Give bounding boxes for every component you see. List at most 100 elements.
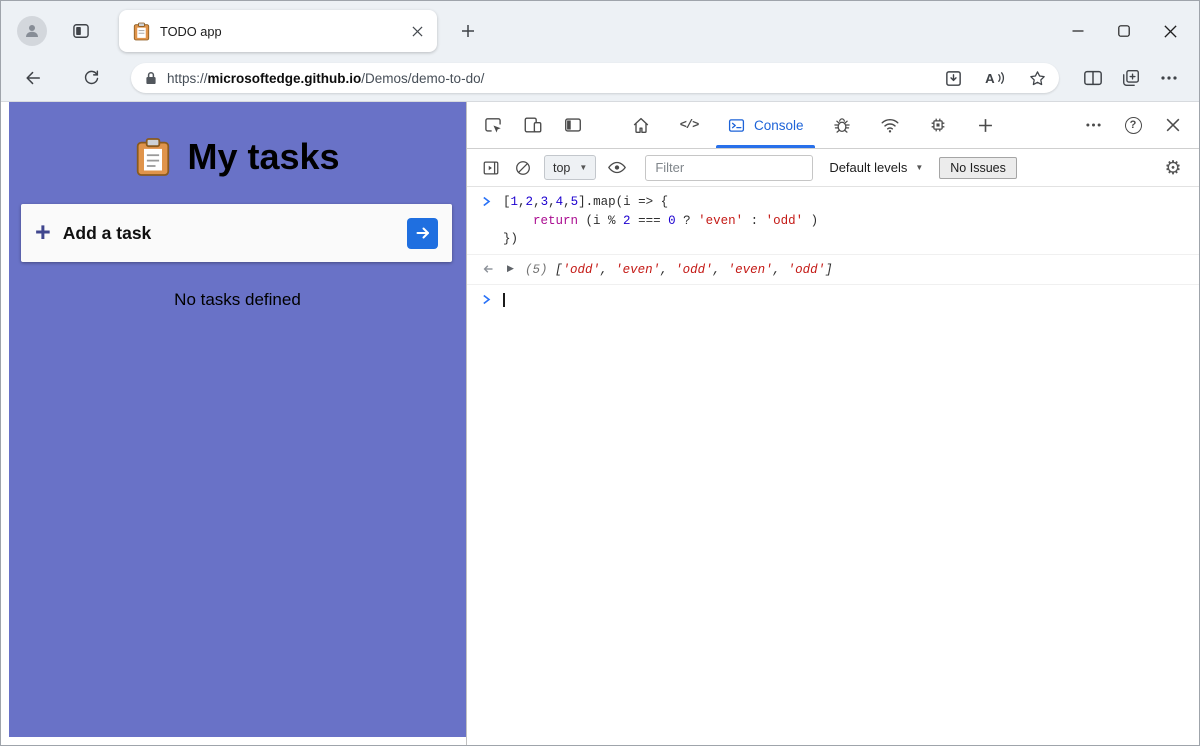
device-emulation-button[interactable] (513, 102, 553, 148)
add-task-label: Add a task (63, 223, 407, 244)
plus-icon (461, 24, 475, 38)
tab-network[interactable] (866, 102, 914, 148)
console-icon (727, 116, 746, 135)
console-input-code: [1,2,3,4,5].map(i => { return (i % 2 ===… (503, 193, 1191, 249)
new-tab-button[interactable] (450, 14, 486, 48)
log-levels-dropdown[interactable]: Default levels ▼ (829, 160, 923, 175)
person-icon (23, 22, 41, 40)
console-prompt[interactable] (467, 285, 1199, 316)
url-text: https://microsoftedge.github.io/Demos/de… (167, 71, 928, 86)
live-expression-button[interactable] (601, 154, 633, 182)
url-path: /Demos/demo-to-do/ (361, 71, 484, 86)
return-value-arrow-icon (482, 264, 494, 274)
eye-icon (607, 160, 627, 175)
url-domain: microsoftedge.github.io (208, 71, 362, 86)
ellipsis-icon (1086, 123, 1101, 127)
window-controls (1055, 11, 1193, 51)
web-page: My tasks + Add a task No tasks defined (1, 102, 466, 745)
close-icon (1166, 118, 1180, 132)
navigation-bar: https://microsoftedge.github.io/Demos/de… (1, 61, 1199, 102)
devtools-panel: </> Console (466, 102, 1199, 745)
devtools-tabbar-right: ? (1073, 102, 1193, 148)
console-toolbar: top ▼ Default levels ▼ No Issues ⚙ (467, 149, 1199, 187)
profile-avatar[interactable] (17, 16, 47, 46)
right-arrow-icon (415, 225, 431, 241)
console-input-echo: [1,2,3,4,5].map(i => { return (i % 2 ===… (467, 187, 1199, 255)
maximize-button[interactable] (1101, 11, 1147, 51)
window-close-button[interactable] (1147, 11, 1193, 51)
install-app-icon (944, 69, 963, 88)
todo-app-panel: My tasks + Add a task No tasks defined (9, 102, 466, 737)
ellipsis-icon (1161, 76, 1177, 80)
minimize-icon (1072, 25, 1084, 37)
install-app-button[interactable] (936, 65, 970, 91)
read-aloud-button[interactable]: A (978, 65, 1012, 91)
collections-icon (1121, 68, 1141, 88)
empty-tasks-message: No tasks defined (9, 290, 466, 310)
inspect-element-button[interactable] (473, 102, 513, 148)
tab-performance[interactable] (914, 102, 962, 148)
clear-console-icon (514, 159, 532, 177)
settings-more-button[interactable] (1151, 61, 1187, 95)
tab-elements[interactable]: </> (665, 102, 713, 148)
tab-favicon-clipboard-icon (133, 22, 150, 41)
console-output[interactable]: [1,2,3,4,5].map(i => { return (i % 2 ===… (467, 187, 1199, 745)
content-area: My tasks + Add a task No tasks defined (1, 102, 1199, 745)
devtools-tabbar: </> Console (467, 102, 1199, 149)
inspect-icon (483, 115, 503, 135)
lock-icon[interactable] (144, 70, 158, 86)
add-tool-tab-button[interactable] (962, 102, 1010, 148)
console-filter-input[interactable] (645, 155, 813, 181)
device-emulation-icon (523, 115, 543, 135)
javascript-context-selector[interactable]: top ▼ (544, 155, 596, 180)
console-result-value: (5) ['odd', 'even', 'odd', 'even', 'odd'… (525, 261, 1191, 280)
expand-triangle-icon[interactable]: ▶ (507, 264, 514, 274)
console-input-chevron-icon (482, 196, 491, 207)
console-settings-gear-icon[interactable]: ⚙ (1155, 157, 1191, 179)
chevron-down-icon: ▼ (915, 163, 923, 172)
help-icon: ? (1125, 117, 1142, 134)
window-close-icon (1164, 25, 1177, 38)
log-levels-label: Default levels (829, 160, 907, 175)
console-sidebar-button[interactable] (475, 154, 507, 182)
refresh-button[interactable] (73, 61, 109, 95)
focus-mode-button[interactable] (553, 102, 593, 148)
tab-actions-button[interactable] (63, 14, 99, 48)
bug-icon (832, 115, 852, 135)
add-task-submit-button[interactable] (407, 218, 438, 249)
home-icon (631, 115, 651, 135)
devtools-close-button[interactable] (1153, 102, 1193, 148)
close-icon (412, 26, 423, 37)
console-tab-label: Console (754, 118, 804, 133)
tab-close-button[interactable] (405, 19, 429, 43)
cpu-chip-icon (928, 115, 948, 135)
clear-console-button[interactable] (507, 154, 539, 182)
tab-welcome[interactable] (617, 102, 665, 148)
add-task-plus-icon: + (35, 219, 51, 246)
focus-mode-icon (563, 115, 583, 135)
clipboard-icon (135, 137, 171, 177)
split-screen-button[interactable] (1075, 61, 1111, 95)
page-title: My tasks (187, 136, 339, 178)
read-aloud-icon: A (985, 70, 1006, 87)
minimize-button[interactable] (1055, 11, 1101, 51)
tab-actions-icon (71, 21, 91, 41)
issues-badge[interactable]: No Issues (939, 157, 1017, 179)
collections-button[interactable] (1113, 61, 1149, 95)
address-bar[interactable]: https://microsoftedge.github.io/Demos/de… (131, 63, 1059, 93)
url-scheme: https:// (167, 71, 208, 86)
tab-debugger[interactable] (818, 102, 866, 148)
context-label: top (553, 161, 570, 175)
split-screen-icon (1083, 68, 1103, 88)
chevron-down-icon: ▼ (579, 163, 587, 172)
devtools-more-button[interactable] (1073, 102, 1113, 148)
tab-console[interactable]: Console (713, 102, 818, 148)
network-icon (880, 115, 900, 135)
favorites-star-button[interactable] (1020, 65, 1054, 91)
tab-title: TODO app (160, 24, 405, 39)
back-button[interactable] (15, 61, 51, 95)
browser-tab[interactable]: TODO app (119, 10, 437, 52)
devtools-help-button[interactable]: ? (1113, 102, 1153, 148)
browser-window: TODO app ht (0, 0, 1200, 746)
add-task-input[interactable]: + Add a task (21, 204, 452, 262)
